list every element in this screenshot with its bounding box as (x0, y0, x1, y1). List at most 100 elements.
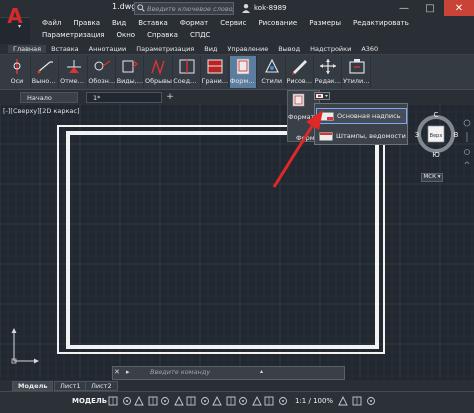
ribbon-button-9[interactable]: Стили (259, 56, 286, 88)
workspace-icon[interactable] (238, 396, 248, 406)
compass-north[interactable]: С (434, 111, 439, 119)
chevron-down-icon: ▾ (18, 23, 22, 30)
annotation-scale[interactable]: 1:1 / 100% (295, 397, 333, 405)
ribbon-button-label: Стили (261, 77, 282, 85)
command-input[interactable]: Введите команду (138, 366, 268, 379)
menu-item-secondary-3[interactable]: СПДС (184, 31, 217, 39)
new-tab-button[interactable]: + (165, 93, 175, 102)
ribbon-button-5[interactable]: Обрывы (145, 56, 173, 88)
search-icon (137, 4, 145, 12)
menu-row-secondary: Параметризация Окно Справка СПДС (36, 31, 216, 39)
customize-icon[interactable] (366, 396, 376, 406)
menu-item-secondary-2[interactable]: Справка (141, 31, 184, 39)
model-space-toggle[interactable]: МОДЕЛЬ (72, 397, 107, 405)
file-tab-start[interactable]: Начало (20, 92, 78, 103)
menu-item-0[interactable]: Файл (36, 19, 67, 27)
maximize-button[interactable]: □ (418, 0, 442, 16)
orbit-icon (464, 161, 470, 165)
chevron-up-icon[interactable]: ▴ (260, 368, 263, 375)
ribbon-tab-5[interactable]: Управление (222, 45, 273, 53)
osnap-icon[interactable] (174, 396, 184, 406)
app-menu-button[interactable]: A ▾ (2, 1, 28, 31)
autoscale-icon[interactable] (226, 396, 236, 406)
ribbon-button-0[interactable]: Оси (4, 56, 31, 88)
menu-item-6[interactable]: Рисование (252, 19, 303, 27)
isolate-icon[interactable] (278, 396, 288, 406)
viewcube-face[interactable]: Верх (430, 133, 443, 139)
ribbon-tab-4[interactable]: Вид (199, 45, 222, 53)
menu-item-2[interactable]: Вид (106, 19, 132, 27)
ribbon-button-4[interactable]: Виды, разр... (117, 56, 145, 88)
utilities-icon (349, 59, 365, 74)
minimize-button[interactable]: — (392, 0, 416, 16)
ribbon-tab-row: Главная Вставка Аннотации Параметризация Вид… (8, 45, 383, 53)
menu-item-1[interactable]: Правка (67, 19, 106, 27)
user-icon[interactable] (241, 3, 251, 13)
otrack-icon[interactable] (186, 396, 196, 406)
menu-item-label: Основная надпись (337, 112, 401, 120)
ortho-icon[interactable] (134, 396, 144, 406)
format-dropdown-button[interactable] (314, 92, 330, 100)
file-tab-bar: Начало 1* + (0, 90, 474, 104)
ribbon-button-label: Соедине... (173, 77, 200, 85)
menu-item-secondary-0[interactable]: Параметризация (36, 31, 110, 39)
clean-screen-icon[interactable] (352, 396, 362, 406)
menu-bar: Файл Правка Вид Вставка Формат Сервис Рисовани… (30, 16, 474, 44)
snap-icon[interactable] (122, 396, 132, 406)
ribbon-tab-2[interactable]: Аннотации (84, 45, 132, 53)
compass-east[interactable]: В (454, 131, 459, 139)
command-close-icon[interactable]: ✕ (114, 368, 120, 376)
ribbon-button-6[interactable]: Соедине... (173, 56, 201, 88)
menu-item-8[interactable]: Редактировать (347, 19, 415, 27)
viewcube[interactable]: Верх С Ю З В (413, 110, 460, 180)
menu-item-3[interactable]: Вставка (132, 19, 174, 27)
ribbon-tab-7[interactable]: Надстройки (305, 45, 356, 53)
menu-item-4[interactable]: Формат (174, 19, 214, 27)
breaks-icon (150, 58, 165, 75)
layout-tab-sheet2[interactable]: Лист2 (85, 381, 118, 391)
ribbon-button-12[interactable]: Утилиты (343, 56, 371, 88)
layout-tab-model[interactable]: Модель (12, 381, 54, 391)
annotation-visibility-icon[interactable] (212, 396, 222, 406)
layout-tab-sheet1[interactable]: Лист1 (54, 381, 87, 391)
ucs-label: МСК (423, 174, 436, 180)
ribbon-button-1[interactable]: Выноски (32, 56, 60, 88)
user-name[interactable]: kok-8989 (254, 4, 286, 12)
menu-item-5[interactable]: Сервис (214, 19, 252, 27)
file-tab-drawing[interactable]: 1* (86, 92, 162, 103)
ribbon-tab-8[interactable]: A360 (356, 45, 383, 53)
lineweight-icon[interactable] (200, 396, 210, 406)
polar-icon[interactable] (148, 396, 158, 406)
ribbon-tab-bar: Главная Вставка Аннотации Параметризация Вид… (0, 44, 474, 55)
gear-icon[interactable] (252, 396, 262, 406)
ribbon-button-label: Форматы (229, 77, 257, 85)
compass-south[interactable]: Ю (432, 151, 440, 159)
ribbon-button-7[interactable]: Граничн... (202, 56, 230, 88)
ribbon-tab-1[interactable]: Вставка (46, 45, 84, 53)
menu-item-secondary-1[interactable]: Окно (110, 31, 141, 39)
search-input[interactable]: Введите ключевое слово/фразу (134, 2, 234, 15)
ucs-menu-button[interactable]: МСК ▾ (421, 173, 443, 182)
ribbon-button-3[interactable]: Обозначе... (88, 56, 116, 88)
isodraft-icon[interactable] (160, 396, 170, 406)
ribbon-button-11[interactable]: Редакти... (315, 56, 343, 88)
ribbon-tab-6[interactable]: Вывод (273, 45, 305, 53)
marks-icon (66, 60, 81, 73)
annotation-arrow (272, 110, 323, 188)
compass-west[interactable]: З (415, 131, 420, 139)
styles-icon (264, 58, 279, 73)
command-history-icon[interactable]: ▸ (126, 368, 130, 376)
ribbon-button-8[interactable]: Форматы (229, 56, 258, 88)
grid-icon[interactable] (108, 396, 118, 406)
ribbon-tab-0[interactable]: Главная (8, 45, 47, 53)
menu-item-label: Штампы, ведомости (336, 132, 406, 140)
menu-item-7[interactable]: Размеры (303, 19, 347, 27)
ribbon-button-label: Обозначе... (88, 77, 115, 85)
ribbon-button-10[interactable]: Рисован... (287, 56, 314, 88)
viewport-controls[interactable]: [-][Сверху][2D каркас] (3, 107, 79, 115)
plus-icon[interactable] (264, 396, 274, 406)
ribbon-tab-3[interactable]: Параметризация (131, 45, 199, 53)
close-button[interactable]: ✕ (444, 0, 474, 16)
hardware-accel-icon[interactable] (338, 396, 348, 406)
ribbon-button-2[interactable]: Отметки... (60, 56, 88, 88)
